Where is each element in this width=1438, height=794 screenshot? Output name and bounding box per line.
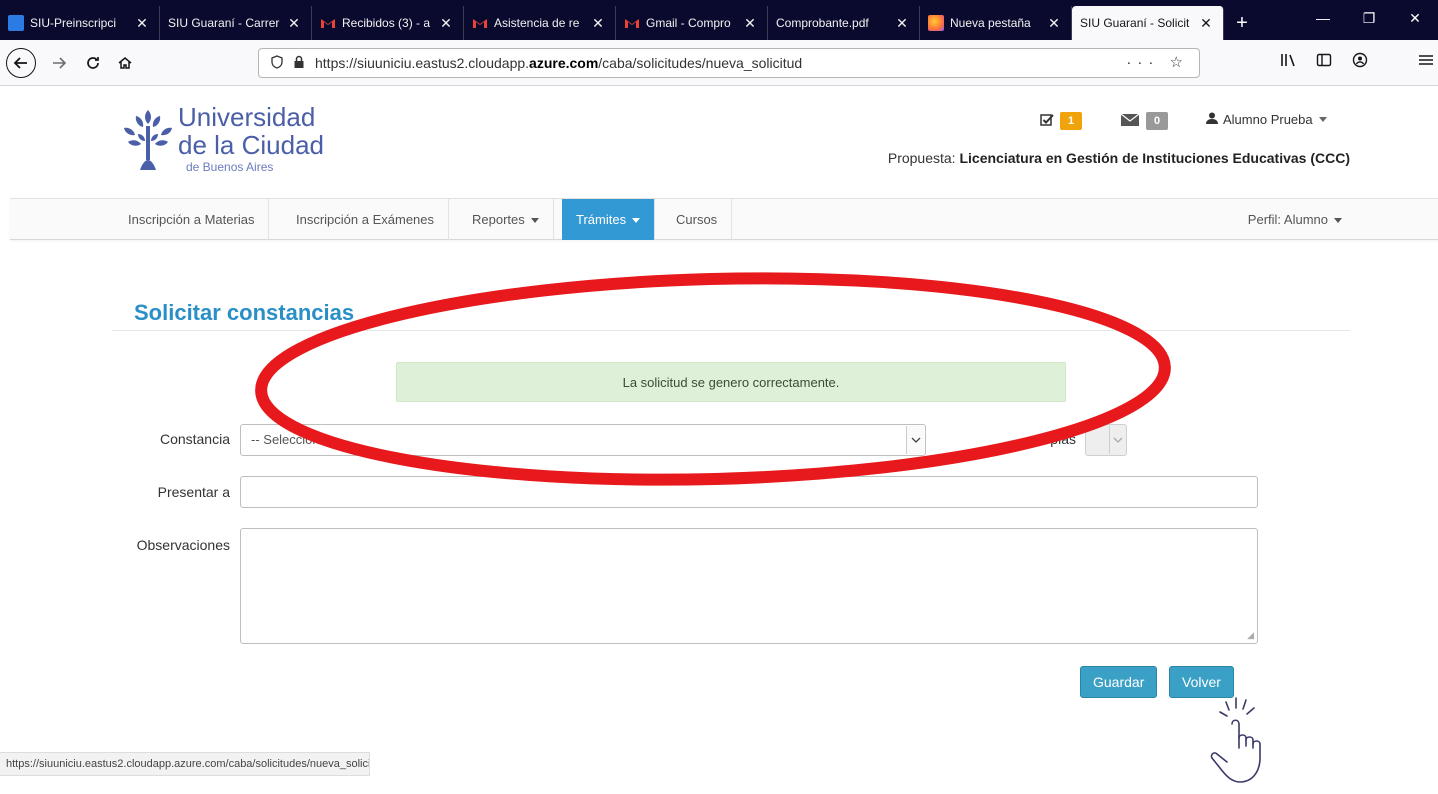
- browser-tab-active[interactable]: SIU Guaraní - Solicit ✕: [1072, 6, 1224, 40]
- browser-tab[interactable]: SIU Guaraní - Carrer ✕: [160, 6, 312, 40]
- perfil-dropdown[interactable]: Perfil: Alumno: [1248, 199, 1342, 240]
- library-icon[interactable]: [1280, 52, 1298, 73]
- propuesta-label: Propuesta:: [887, 150, 956, 166]
- site-header: Universidad de la Ciudad de Buenos Aires…: [0, 86, 1438, 198]
- menu-item-inscripcion-examenes[interactable]: Inscripción a Exámenes: [282, 199, 450, 240]
- tab-title: Gmail - Compro: [646, 16, 731, 30]
- tracking-shield-icon[interactable]: [271, 54, 283, 72]
- menu-icon[interactable]: [1418, 52, 1434, 73]
- gmail-icon: [624, 15, 640, 31]
- browser-navigation-bar: https://siuuniciu.eastus2.cloudapp. azure…: [0, 40, 1438, 86]
- close-window-button[interactable]: ✕: [1392, 0, 1438, 36]
- close-tab-icon[interactable]: ✕: [743, 15, 757, 32]
- propuesta-value: Licenciatura en Gestión de Instituciones…: [959, 150, 1350, 166]
- browser-tab-strip: SIU-Preinscripci ✕ SIU Guaraní - Carrer …: [0, 0, 1438, 40]
- chevron-down-icon: [632, 218, 641, 224]
- new-tab-button[interactable]: +: [1224, 6, 1260, 40]
- browser-tab[interactable]: Nueva pestaña ✕: [920, 6, 1072, 40]
- chevron-down-icon: [530, 218, 539, 224]
- propuesta-info: Propuesta: Licenciatura en Gestión de In…: [888, 150, 1350, 166]
- browser-tab[interactable]: Asistencia de re ✕: [464, 6, 616, 40]
- close-tab-icon[interactable]: ✕: [135, 15, 149, 32]
- main-menu: Inscripción a Materias Inscripción a Exá…: [10, 198, 1438, 240]
- page-actions-icons[interactable]: ··· ☆: [1126, 53, 1189, 71]
- chevron-down-icon: [1318, 117, 1327, 122]
- browser-tab[interactable]: SIU-Preinscripci ✕: [0, 6, 160, 40]
- messages-count-badge: 0: [1146, 112, 1168, 130]
- home-icon[interactable]: [110, 48, 140, 78]
- url-prefix: https://siuuniciu.eastus2.cloudapp.: [315, 55, 530, 71]
- presentar-a-label: Presentar a: [157, 484, 230, 500]
- university-tree-logo-icon[interactable]: [118, 104, 178, 174]
- menu-item-label: Cursos: [676, 212, 718, 227]
- user-icon: [1206, 112, 1218, 127]
- tab-title: SIU Guaraní - Solicit: [1080, 16, 1190, 30]
- reload-icon[interactable]: [78, 48, 108, 78]
- sidebar-icon[interactable]: [1316, 52, 1332, 73]
- close-tab-icon[interactable]: ✕: [1047, 15, 1061, 32]
- account-icon[interactable]: [1352, 52, 1368, 73]
- gmail-icon: [472, 15, 488, 31]
- chevron-down-icon: [1334, 218, 1342, 224]
- browser-status-bar: https://siuuniciu.eastus2.cloudapp.azure…: [0, 752, 370, 776]
- logo-text-universidad: Universidad: [178, 102, 316, 132]
- pointing-hand-icon: [1210, 697, 1261, 783]
- messages-indicator[interactable]: 0: [1120, 112, 1168, 130]
- observaciones-textarea[interactable]: ◢: [240, 528, 1258, 644]
- minimize-window-button[interactable]: —: [1300, 0, 1346, 36]
- check-square-icon: [1040, 113, 1054, 130]
- menu-item-label: Inscripción a Exámenes: [296, 212, 435, 227]
- resize-grip-icon[interactable]: ◢: [1247, 630, 1254, 641]
- tab-title: Recibidos (3) - a: [342, 16, 431, 30]
- tab-title: Comprobante.pdf: [776, 16, 869, 30]
- red-highlight-ellipse: [255, 272, 1171, 486]
- browser-tab[interactable]: Recibidos (3) - a ✕: [312, 6, 464, 40]
- lock-icon[interactable]: [293, 55, 305, 72]
- close-tab-icon[interactable]: ✕: [1199, 15, 1213, 32]
- close-tab-icon[interactable]: ✕: [287, 15, 301, 32]
- screen: SIU-Preinscripci ✕ SIU Guaraní - Carrer …: [0, 0, 1438, 794]
- browser-tab[interactable]: Comprobante.pdf ✕: [768, 6, 920, 40]
- user-menu[interactable]: Alumno Prueba: [1206, 112, 1327, 127]
- envelope-icon: [1120, 113, 1140, 130]
- close-tab-icon[interactable]: ✕: [439, 15, 453, 32]
- user-name: Alumno Prueba: [1223, 112, 1313, 127]
- menu-item-inscripcion-materias[interactable]: Inscripción a Materias: [114, 199, 270, 240]
- firefox-icon: [928, 15, 944, 31]
- menu-item-reportes[interactable]: Reportes: [458, 199, 554, 240]
- address-bar[interactable]: https://siuuniciu.eastus2.cloudapp. azure…: [258, 48, 1200, 78]
- guardar-button[interactable]: Guardar: [1080, 666, 1158, 698]
- browser-tab[interactable]: Gmail - Compro ✕: [616, 6, 768, 40]
- menu-item-label: Trámites: [576, 212, 627, 227]
- tab-title: SIU-Preinscripci: [30, 16, 117, 30]
- close-tab-icon[interactable]: ✕: [591, 15, 605, 32]
- perfil-label: Perfil: Alumno: [1247, 212, 1328, 227]
- url-path: /caba/solicitudes/nueva_solicitud: [598, 55, 803, 71]
- menu-item-cursos[interactable]: Cursos: [662, 199, 733, 240]
- observaciones-label: Observaciones: [136, 537, 230, 553]
- constancia-label: Constancia: [159, 431, 230, 447]
- restore-window-button[interactable]: ❐: [1346, 0, 1392, 36]
- menu-item-label: Inscripción a Materias: [128, 212, 255, 227]
- siu-favicon-icon: [8, 15, 24, 31]
- tab-title: SIU Guaraní - Carrer: [168, 16, 280, 30]
- tasks-indicator[interactable]: 1: [1040, 112, 1082, 130]
- back-arrow-icon[interactable]: [6, 48, 36, 78]
- logo-text-buenos-aires: de Buenos Aires: [186, 160, 274, 174]
- url-domain: azure.com: [529, 55, 599, 71]
- menu-item-label: Reportes: [472, 212, 525, 227]
- forward-arrow-icon[interactable]: [44, 48, 74, 78]
- logo-text-ciudad: de la Ciudad: [178, 130, 324, 160]
- tasks-count-badge: 1: [1060, 112, 1082, 130]
- tab-title: Nueva pestaña: [950, 16, 1031, 30]
- tab-title: Asistencia de re: [494, 16, 580, 30]
- gmail-icon: [320, 15, 336, 31]
- close-tab-icon[interactable]: ✕: [895, 15, 909, 32]
- menu-item-tramites[interactable]: Trámites: [562, 199, 656, 240]
